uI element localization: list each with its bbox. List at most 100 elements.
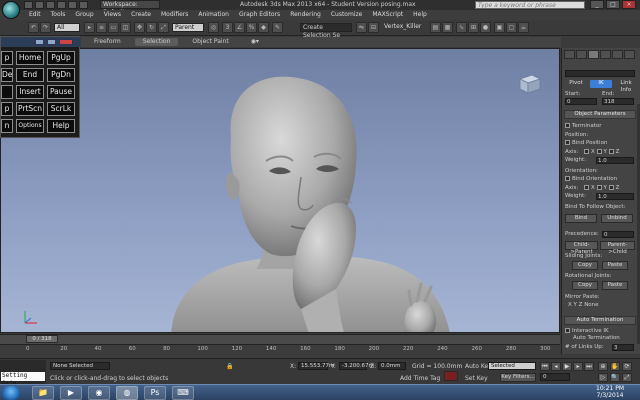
rotational-paste-button[interactable]: Paste	[602, 281, 628, 290]
rotate-icon[interactable]: ↻	[146, 22, 157, 33]
chrome-taskbar-icon[interactable]: ◉	[88, 386, 110, 400]
osk-key-end[interactable]: End	[16, 68, 44, 82]
lock-selection-icon[interactable]: 🔒	[226, 363, 233, 370]
menu-customize[interactable]: Customize	[326, 10, 368, 20]
zoom-icon[interactable]: 🔍	[610, 373, 620, 382]
x-coordinate[interactable]: 15.553.77m	[298, 362, 334, 370]
start-button-icon[interactable]	[2, 386, 20, 400]
osk-key[interactable]	[1, 85, 13, 99]
orientation-weight-input[interactable]: 1.0	[596, 193, 634, 200]
rectangular-selection-icon[interactable]: ▭	[108, 22, 119, 33]
auto-termination-rollout[interactable]: Auto Termination	[564, 316, 636, 325]
checkbox-icon[interactable]	[565, 123, 570, 128]
mirror-paste-options[interactable]: X Y Z None	[568, 302, 599, 308]
interactive-ik-checkbox[interactable]: Interactive IK	[565, 328, 609, 334]
reference-coordinate-dropdown[interactable]: Parent	[172, 23, 204, 32]
set-key-icon[interactable]	[444, 371, 458, 381]
checkbox-icon[interactable]	[565, 328, 570, 333]
explorer-taskbar-icon[interactable]: 📁	[32, 386, 54, 400]
y-coordinate[interactable]: -3.200.67m	[339, 362, 374, 370]
osk-key-pause[interactable]: Pause	[47, 85, 75, 99]
sliding-copy-button[interactable]: Copy	[572, 261, 598, 270]
create-panel-icon[interactable]	[564, 50, 575, 59]
redo-icon[interactable]	[68, 1, 77, 9]
photoshop-taskbar-icon[interactable]: Ps	[144, 386, 166, 400]
angle-snap-icon[interactable]: ∠	[234, 22, 245, 33]
osk-key-scrlk[interactable]: ScrLk	[47, 102, 75, 116]
position-axis-checkboxes[interactable]: X Y Z	[584, 149, 619, 155]
parent-child-button[interactable]: Parent->Child	[600, 241, 635, 255]
select-object-icon[interactable]: ▸	[84, 22, 95, 33]
close-icon[interactable]: ×	[622, 0, 636, 9]
minimize-icon[interactable]: _	[590, 0, 604, 9]
menu-maxscript[interactable]: MAXScript	[367, 10, 408, 20]
menu-help[interactable]: Help	[408, 10, 432, 20]
tab-freeform[interactable]: Freeform	[86, 38, 129, 46]
next-frame-icon[interactable]: ▸	[573, 362, 583, 371]
osk-key-del[interactable]: Del	[1, 68, 13, 82]
layer-manager-icon[interactable]: ▤	[430, 22, 441, 33]
save-file-icon[interactable]	[46, 1, 55, 9]
3dsmax-taskbar-icon[interactable]: ◍	[116, 386, 138, 400]
menu-rendering[interactable]: Rendering	[285, 10, 326, 20]
snap-toggle-icon[interactable]: 3	[222, 22, 233, 33]
links-up-input[interactable]: 3	[612, 344, 634, 351]
tab-ik[interactable]: IK	[590, 80, 612, 88]
mirror-icon[interactable]: ⇋	[356, 22, 367, 33]
bind-button[interactable]: Bind	[565, 214, 597, 223]
open-file-icon[interactable]	[35, 1, 44, 9]
osk-minimize-icon[interactable]	[35, 39, 44, 45]
maximize-icon[interactable]: □	[606, 0, 620, 9]
checkbox-icon[interactable]	[565, 176, 570, 181]
percent-snap-icon[interactable]: %	[246, 22, 257, 33]
precedence-input[interactable]: 0	[602, 231, 634, 238]
current-frame-input[interactable]: 0	[540, 373, 570, 381]
menu-tools[interactable]: Tools	[46, 10, 71, 20]
hierarchy-panel-icon[interactable]	[588, 50, 599, 59]
layer-name[interactable]: Vertex_Killer	[382, 23, 428, 32]
edit-named-selection-icon[interactable]: ✎	[272, 22, 283, 33]
pivot-center-icon[interactable]: ◎	[208, 22, 219, 33]
menu-group[interactable]: Group	[70, 10, 98, 20]
maxscript-line[interactable]: Setting Orie	[1, 372, 45, 387]
osk-close-icon[interactable]	[59, 39, 73, 45]
viewcube-icon[interactable]	[516, 73, 542, 95]
osk-key[interactable]: n	[1, 119, 13, 133]
add-time-tag[interactable]: Add Time Tag	[400, 375, 440, 382]
bind-position-checkbox[interactable]: Bind Position	[565, 140, 607, 146]
material-editor-icon[interactable]: ●	[480, 22, 491, 33]
osk-restore-icon[interactable]	[47, 39, 56, 45]
app-logo-icon[interactable]	[2, 1, 20, 19]
trackbar[interactable]: 0 20 40 60 80 100 120 140 160 180 200 220 240 260 280 3…	[0, 344, 560, 358]
osk-key-pgdn[interactable]: PgDn	[47, 68, 75, 82]
clock-time[interactable]: 10:21 PM	[590, 385, 630, 392]
terminator-checkbox[interactable]: Terminator	[565, 123, 602, 129]
media-taskbar-icon[interactable]: ▶	[60, 386, 82, 400]
display-panel-icon[interactable]	[612, 50, 623, 59]
undo-toolbar-icon[interactable]: ↶	[28, 22, 39, 33]
osk-key-options[interactable]: Options	[16, 119, 44, 133]
spinner-snap-icon[interactable]: ◆	[258, 22, 269, 33]
time-slider-track[interactable]	[0, 334, 560, 344]
motion-panel-icon[interactable]	[600, 50, 611, 59]
object-name-field[interactable]	[565, 70, 635, 77]
set-key-label[interactable]: Set Key	[465, 375, 488, 382]
sliding-paste-button[interactable]: Paste	[602, 261, 628, 270]
align-icon[interactable]: ⊟	[368, 22, 379, 33]
osk-key-help[interactable]: Help	[47, 119, 75, 133]
menu-edit[interactable]: Edit	[24, 10, 46, 20]
search-input[interactable]: Type a keyword or phrase	[475, 1, 585, 9]
maximize-viewport-icon[interactable]: ⤢	[622, 373, 632, 382]
zoom-extents-icon[interactable]: ⊕	[598, 362, 608, 371]
selection-filter-dropdown[interactable]: All	[54, 23, 80, 32]
osk-key[interactable]: p	[1, 102, 13, 116]
osk-key-prtscn[interactable]: PrtScn	[16, 102, 44, 116]
utilities-panel-icon[interactable]	[624, 50, 635, 59]
object-parameters-rollout[interactable]: Object Parameters	[564, 110, 636, 119]
named-selection-dropdown[interactable]: Create Selection Se	[300, 23, 352, 39]
pan-icon[interactable]: ✋	[610, 362, 620, 371]
menu-create[interactable]: Create	[126, 10, 156, 20]
goto-start-icon[interactable]: ⏮	[540, 362, 550, 371]
start-input[interactable]: 0	[565, 98, 597, 105]
goto-end-icon[interactable]: ⏭	[584, 362, 594, 371]
